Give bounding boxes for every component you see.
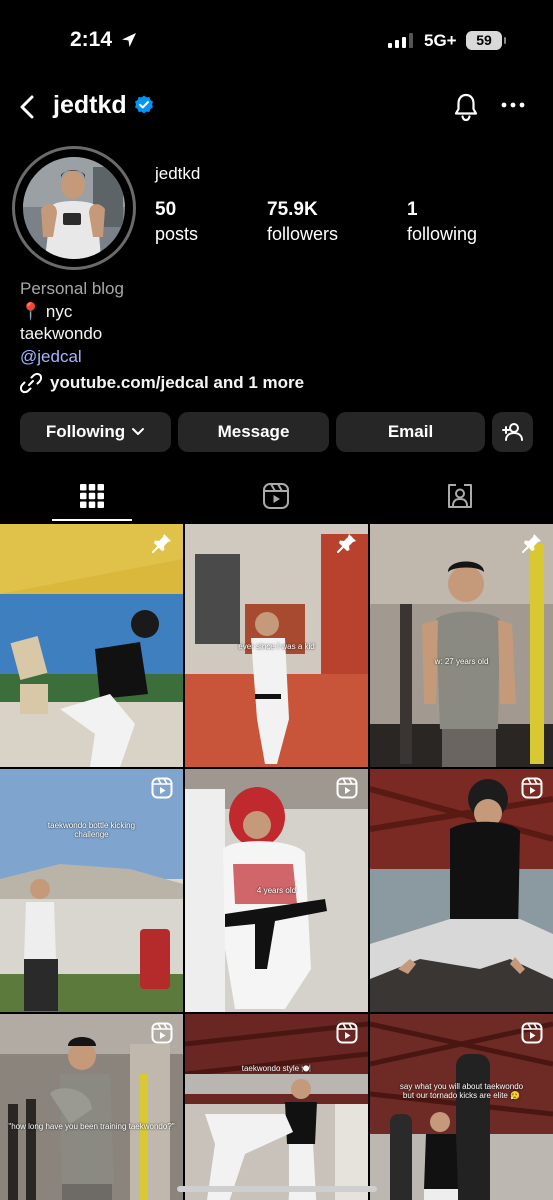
post-caption-overlay: ever since I was a kid <box>238 642 315 651</box>
followers-stat[interactable]: 75.9K followers <box>267 199 338 245</box>
profile-tabs <box>0 470 553 524</box>
post-caption-overlay: say what you will about taekwondo but ou… <box>399 1082 524 1100</box>
email-button[interactable]: Email <box>336 412 485 452</box>
battery-icon: 59 <box>466 31 506 50</box>
reel-icon <box>151 777 173 799</box>
location-arrow-icon <box>122 33 136 47</box>
notification-bell-icon[interactable] <box>452 92 480 122</box>
email-button-label: Email <box>387 422 434 441</box>
posts-stat[interactable]: 50 posts <box>155 199 198 245</box>
active-tab-indicator <box>52 519 132 521</box>
home-indicator[interactable] <box>177 1186 377 1192</box>
suggest-people-button[interactable] <box>492 412 533 452</box>
profile-header: jedtkd <box>0 84 553 130</box>
post-caption-overlay: "how long have you been training taekwon… <box>8 1122 175 1131</box>
external-link-text: youtube.com/jedcal and 1 more <box>50 373 305 392</box>
reel-icon <box>151 1022 173 1044</box>
post-thumbnail[interactable]: say what you will about taekwondo but ou… <box>370 1014 553 1200</box>
more-options-icon[interactable] <box>500 98 526 112</box>
posts-label: posts <box>155 224 199 244</box>
post-caption-overlay: 4 years old <box>256 886 297 895</box>
post-caption-overlay: taekwondo bottle kicking challenge <box>47 821 136 839</box>
post-thumbnail[interactable]: ever since I was a kid <box>185 524 368 767</box>
link-icon <box>20 372 42 394</box>
reel-icon <box>521 777 543 799</box>
display-name: jedtkd <box>155 164 201 183</box>
avatar <box>23 157 125 259</box>
followers-label: followers <box>267 224 339 244</box>
following-button[interactable]: Following <box>20 412 171 452</box>
status-time: 2:14 <box>70 28 113 51</box>
post-thumbnail[interactable]: w: 27 years old <box>370 524 553 767</box>
pin-icon <box>522 534 541 553</box>
header-username: jedtkd <box>53 91 127 119</box>
verified-badge-icon <box>135 95 153 114</box>
following-label: following <box>407 224 478 244</box>
following-count: 1 <box>407 199 418 220</box>
followers-count: 75.9K <box>267 199 318 220</box>
bio-line: taekwondo <box>20 324 103 343</box>
bio: Personal blog 📍 nyc taekwondo @jedcal <box>20 278 124 368</box>
following-button-label: Following <box>45 422 126 441</box>
post-caption-overlay: w: 27 years old <box>434 657 489 666</box>
post-thumbnail[interactable]: "how long have you been training taekwon… <box>0 1014 183 1200</box>
post-caption-overlay: taekwondo style 🍽️ <box>241 1064 312 1073</box>
status-bar: 2:14 5G+ 59 <box>0 0 553 80</box>
post-thumbnail[interactable] <box>370 769 553 1012</box>
reel-icon <box>521 1022 543 1044</box>
post-thumbnail[interactable]: taekwondo bottle kicking challenge <box>0 769 183 1012</box>
tab-tagged[interactable] <box>368 470 552 522</box>
signal-icon <box>388 32 413 48</box>
external-link[interactable]: youtube.com/jedcal and 1 more <box>20 372 304 394</box>
post-thumbnail[interactable]: taekwondo style 🍽️ <box>185 1014 368 1200</box>
message-button[interactable]: Message <box>178 412 329 452</box>
post-thumbnail[interactable] <box>0 524 183 767</box>
tagged-icon <box>448 484 472 508</box>
bio-category: Personal blog <box>20 279 124 298</box>
tab-posts-grid[interactable] <box>0 470 184 522</box>
pin-icon <box>337 534 356 553</box>
following-stat[interactable]: 1 following <box>407 199 477 245</box>
chevron-down-icon <box>132 428 145 435</box>
reels-icon <box>263 483 289 509</box>
message-button-label: Message <box>217 422 290 441</box>
tab-reels[interactable] <box>184 470 368 522</box>
pin-icon <box>152 534 171 553</box>
post-thumbnail[interactable]: 4 years old <box>185 769 368 1012</box>
back-arrow-icon[interactable] <box>14 90 44 124</box>
profile-picture[interactable] <box>12 146 136 270</box>
add-person-icon <box>501 423 523 441</box>
bio-mention-link[interactable]: @jedcal <box>20 346 124 369</box>
bio-location: 📍 nyc <box>20 301 73 321</box>
reel-icon <box>336 777 358 799</box>
grid-icon <box>80 484 104 508</box>
posts-count: 50 <box>155 199 177 220</box>
network-type: 5G+ <box>424 31 457 50</box>
posts-grid: ever since I was a kid w: 27 years old t… <box>0 524 553 1200</box>
reel-icon <box>336 1022 358 1044</box>
